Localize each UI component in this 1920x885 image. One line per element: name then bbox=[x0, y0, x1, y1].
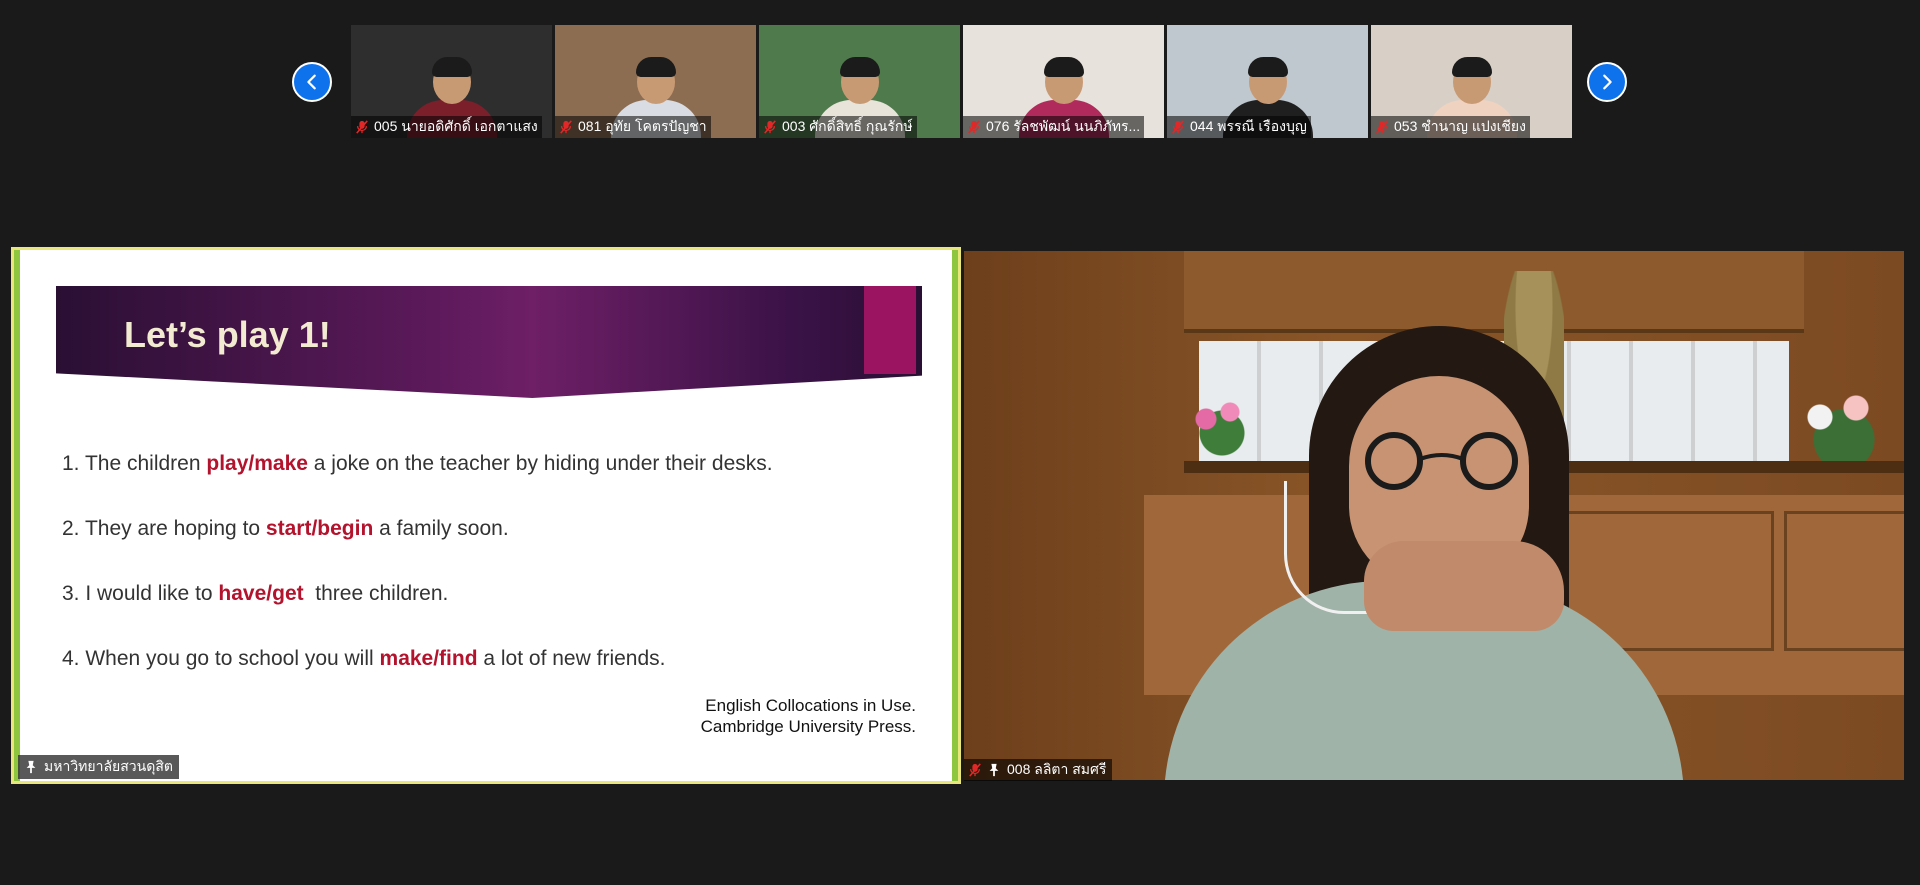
slide-edge-left bbox=[14, 250, 20, 781]
participant-name-tag: 053 ชำนาญ แปงเชียง bbox=[1371, 116, 1530, 138]
exercise-item: 3. I would like to have/get three childr… bbox=[62, 580, 922, 645]
participant-hair bbox=[431, 57, 472, 77]
chevron-left-icon bbox=[307, 74, 316, 90]
mic-muted-icon bbox=[356, 120, 368, 134]
participant-hair bbox=[1247, 57, 1288, 77]
exercise-highlight: play/make bbox=[206, 452, 308, 475]
mic-muted-icon bbox=[1376, 120, 1388, 134]
video-drawer bbox=[1784, 511, 1904, 651]
mic-muted-icon bbox=[968, 120, 980, 134]
participant-name-tag: 076 รัลชพัฒน์ นนภิภัทร... bbox=[963, 116, 1145, 138]
sharer-name: มหาวิทยาลัยสวนดุสิต bbox=[44, 758, 173, 774]
citation-line: Cambridge University Press. bbox=[700, 717, 916, 736]
participant-thumbnail[interactable]: 053 ชำนาญ แปงเชียง bbox=[1371, 25, 1572, 138]
participant-thumbnail[interactable]: 044 พรรณี เรืองบุญ bbox=[1167, 25, 1368, 138]
video-flowers bbox=[1784, 381, 1904, 471]
exercise-text: 1. The children bbox=[62, 452, 207, 475]
exercise-item: 1. The children play/make a joke on the … bbox=[62, 450, 922, 515]
slide-citation: English Collocations in Use. Cambridge U… bbox=[701, 695, 916, 737]
exercise-highlight: make/find bbox=[379, 647, 478, 670]
participant-thumbnail[interactable]: 076 รัลชพัฒน์ นนภิภัทร... bbox=[963, 25, 1164, 138]
slide-title: Let’s play 1! bbox=[124, 314, 331, 355]
exercise-highlight: start/begin bbox=[265, 517, 374, 540]
mic-muted-icon bbox=[1172, 120, 1184, 134]
exercise-item: 2. They are hoping to start/begin a fami… bbox=[62, 515, 922, 580]
pin-icon bbox=[26, 760, 36, 774]
gallery-strip: 005 นายอดิศักดิ์ เอกตาแสง 081 อุทัย โคตรป… bbox=[351, 25, 1572, 138]
exercise-text: three children. bbox=[303, 582, 449, 605]
shared-screen[interactable]: Let’s play 1! 1. The children play/make … bbox=[11, 247, 961, 784]
exercise-text: 3. I would like to bbox=[62, 582, 219, 605]
participant-hair bbox=[839, 57, 880, 77]
participant-hair bbox=[635, 57, 676, 77]
participant-hair bbox=[1451, 57, 1492, 77]
video-flowers bbox=[1182, 391, 1262, 461]
participant-name-tag: 005 นายอดิศักดิ์ เอกตาแสง bbox=[351, 116, 542, 138]
exercise-text: a family soon. bbox=[373, 517, 509, 540]
gallery-next-button[interactable] bbox=[1587, 62, 1627, 102]
participant-name: 005 นายอดิศักดิ์ เอกตาแสง bbox=[374, 118, 538, 134]
participant-name-tag: 003 ศักดิ์สิทธิ์ กุณรักษ์ bbox=[759, 116, 917, 138]
gallery-prev-button[interactable] bbox=[292, 62, 332, 102]
participant-thumbnail[interactable]: 081 อุทัย โคตรปัญชา bbox=[555, 25, 756, 138]
participant-name: 044 พรรณี เรืองบุญ bbox=[1190, 118, 1307, 134]
participant-name-tag: 081 อุทัย โคตรปัญชา bbox=[555, 116, 711, 138]
participant-name: 053 ชำนาญ แปงเชียง bbox=[1394, 118, 1526, 134]
banner-accent bbox=[864, 286, 916, 374]
mic-muted-icon bbox=[764, 120, 776, 134]
participant-name: 081 อุทัย โคตรปัญชา bbox=[578, 118, 707, 134]
exercise-highlight: have/get bbox=[218, 582, 304, 605]
exercise-text: 4. When you go to school you will bbox=[62, 647, 380, 670]
exercise-text: a joke on the teacher by hiding under th… bbox=[307, 452, 773, 475]
participant-name: 076 รัลชพัฒน์ นนภิภัทร... bbox=[986, 118, 1141, 134]
mic-muted-icon bbox=[560, 120, 572, 134]
participant-thumbnail[interactable]: 003 ศักดิ์สิทธิ์ กุณรักษ์ bbox=[759, 25, 960, 138]
mic-muted-icon bbox=[969, 763, 981, 777]
slide-exercise-list: 1. The children play/make a joke on the … bbox=[62, 450, 922, 710]
participant-thumbnail[interactable]: 005 นายอดิศักดิ์ เอกตาแสง bbox=[351, 25, 552, 138]
exercise-text: a lot of new friends. bbox=[477, 647, 666, 670]
speaker-name-tag: 008 ลลิตา สมศรี bbox=[964, 759, 1113, 781]
video-cabinet bbox=[1184, 251, 1804, 333]
citation-line: English Collocations in Use. bbox=[705, 696, 916, 715]
speaker-hand bbox=[1364, 541, 1564, 631]
participant-name-tag: 044 พรรณี เรืองบุญ bbox=[1167, 116, 1311, 138]
participant-name: 003 ศักดิ์สิทธิ์ กุณรักษ์ bbox=[782, 118, 913, 134]
speaker-name: 008 ลลิตา สมศรี bbox=[1007, 761, 1107, 777]
exercise-text: 2. They are hoping to bbox=[62, 517, 266, 540]
sharer-name-tag: มหาวิทยาลัยสวนดุสิต bbox=[18, 755, 179, 779]
speaker-video[interactable] bbox=[964, 251, 1904, 780]
pin-icon bbox=[989, 763, 999, 777]
glasses-icon bbox=[1365, 432, 1518, 490]
slide-edge-right bbox=[952, 250, 958, 781]
chevron-right-icon bbox=[1603, 74, 1612, 90]
participant-hair bbox=[1043, 57, 1084, 77]
